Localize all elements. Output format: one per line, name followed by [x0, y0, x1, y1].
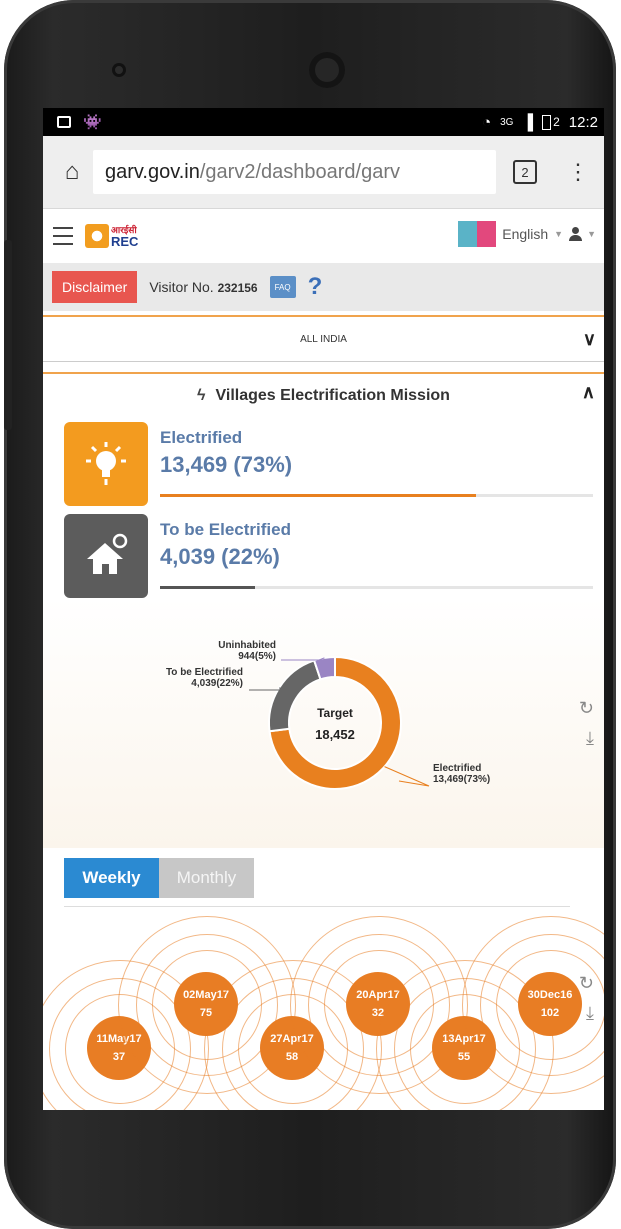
- bubble-count: 37: [112, 1051, 126, 1063]
- donut-label-value: 13,469(73%): [433, 774, 490, 785]
- tab-monthly[interactable]: Monthly: [159, 858, 254, 898]
- progress-track: [160, 586, 593, 589]
- logo-sun-icon: [85, 224, 109, 248]
- stat-value: 4,039 (22%): [160, 544, 280, 569]
- stat-electrified: Electrified 13,469 (73%): [43, 422, 604, 514]
- bubble-count: 102: [540, 1007, 560, 1019]
- house-bulb-icon: [64, 514, 148, 598]
- donut-leader-line: [384, 766, 430, 787]
- chevron-down-icon: ▼: [587, 229, 596, 239]
- user-icon[interactable]: [569, 227, 583, 241]
- android-icon: 👾: [83, 114, 102, 131]
- front-camera: [309, 52, 345, 88]
- donut-label-value: 944(5%): [238, 651, 276, 662]
- side-button: [4, 240, 12, 430]
- bubble-count: 58: [285, 1051, 299, 1063]
- donut-leader-line: [249, 687, 289, 691]
- visitor-number: 232156: [217, 281, 258, 295]
- phone-frame: 👾 ◔ 3G ▐ 2 12:2 ⌂ garv.gov.in/garv2/dash…: [4, 0, 616, 1229]
- battery-level: 2: [553, 115, 560, 129]
- download-icon[interactable]: ⤓: [586, 728, 594, 749]
- donut-label-name: To be Electrified: [166, 667, 243, 678]
- stat-label: Electrified: [160, 428, 243, 447]
- region-select[interactable]: ALL INDIA ∨: [43, 315, 604, 362]
- stat-value: 13,469 (73%): [160, 452, 293, 477]
- home-icon[interactable]: ⌂: [51, 158, 93, 186]
- bubble-date: 30Dec16: [527, 989, 573, 1001]
- donut-center-value: 18,452: [315, 727, 355, 742]
- tab-switcher-button[interactable]: 2: [513, 160, 537, 184]
- help-icon[interactable]: ?: [308, 273, 323, 301]
- rec-logo[interactable]: आरईसी REC: [85, 224, 138, 248]
- mission-section-header[interactable]: ϟ Villages Electrification Mission ∧: [43, 372, 604, 418]
- visitor-counter: Visitor No. 232156: [149, 279, 257, 295]
- mission-title: Villages Electrification Mission: [215, 387, 450, 404]
- donut-label-name: Uninhabited: [218, 640, 276, 651]
- progress-fill: [160, 494, 477, 497]
- bulb-icon: [64, 422, 148, 506]
- url-host: garv.gov.in: [105, 160, 200, 183]
- tabs-divider: [64, 906, 570, 907]
- chevron-down-icon: ∨: [582, 329, 596, 349]
- image-notification-icon: [57, 116, 71, 128]
- chevron-up-icon[interactable]: ∧: [582, 382, 595, 403]
- donut-chart-panel: Target 18,452 Electrified 13,469(73%) To be …: [43, 598, 604, 848]
- battery-icon: 2: [542, 114, 560, 130]
- hamburger-menu-icon[interactable]: [53, 227, 73, 245]
- donut-slice-to-be-electrified[interactable]: [268, 659, 322, 733]
- url-path: /garv2/dashboard/garv: [199, 160, 401, 183]
- stat-label: To be Electrified: [160, 520, 291, 539]
- period-tabs: Weekly Monthly: [64, 858, 254, 898]
- donut-center-label: Target: [317, 706, 353, 720]
- proximity-sensor: [112, 63, 126, 77]
- progress-track: [160, 494, 593, 497]
- language-select[interactable]: English: [502, 226, 548, 242]
- theme-color-icon[interactable]: [458, 221, 497, 247]
- clock: 12:2: [568, 113, 598, 131]
- stat-to-be-electrified: To be Electrified 4,039 (22%): [43, 514, 604, 606]
- week-bubble[interactable]: 30Dec16 102: [518, 972, 582, 1036]
- notice-bar: Disclaimer Visitor No. 232156 FAQ ?: [43, 263, 604, 311]
- lightning-icon: ϟ: [197, 387, 206, 404]
- browser-menu-icon[interactable]: ⋮: [567, 161, 589, 183]
- signal-icon: ▐: [522, 113, 534, 131]
- visitor-label: Visitor No.: [149, 279, 214, 295]
- screen: 👾 ◔ 3G ▐ 2 12:2 ⌂ garv.gov.in/garv2/dash…: [43, 108, 604, 1110]
- network-type: 3G: [500, 116, 514, 128]
- donut-label-name: Electrified: [433, 763, 481, 774]
- region-value: ALL INDIA: [300, 333, 347, 345]
- status-bar: 👾 ◔ 3G ▐ 2 12:2: [43, 108, 604, 136]
- url-field[interactable]: garv.gov.in/garv2/dashboard/garv: [93, 150, 496, 194]
- faq-icon[interactable]: FAQ: [269, 276, 296, 298]
- tab-weekly[interactable]: Weekly: [64, 858, 159, 898]
- site-header: आरईसी REC English ▼ ▼: [43, 209, 604, 263]
- chevron-down-icon: ▼: [554, 229, 564, 239]
- refresh-icon[interactable]: ↻: [579, 698, 594, 719]
- weekly-bubbles: ↻ ⤓ 11May17 37 02May17 75 27Apr17 58 20Apr17 32…: [43, 916, 604, 1110]
- wifi-icon: ◔: [482, 113, 492, 131]
- donut-label-value: 4,039(22%): [191, 678, 243, 689]
- browser-toolbar: ⌂ garv.gov.in/garv2/dashboard/garv 2 ⋮: [43, 136, 604, 209]
- disclaimer-button[interactable]: Disclaimer: [52, 271, 138, 303]
- logo-name: REC: [111, 234, 139, 249]
- bubble-count: 55: [457, 1051, 471, 1063]
- progress-fill: [160, 586, 256, 589]
- donut-chart: Target 18,452 Electrified13,469(73%) To be …: [166, 640, 490, 790]
